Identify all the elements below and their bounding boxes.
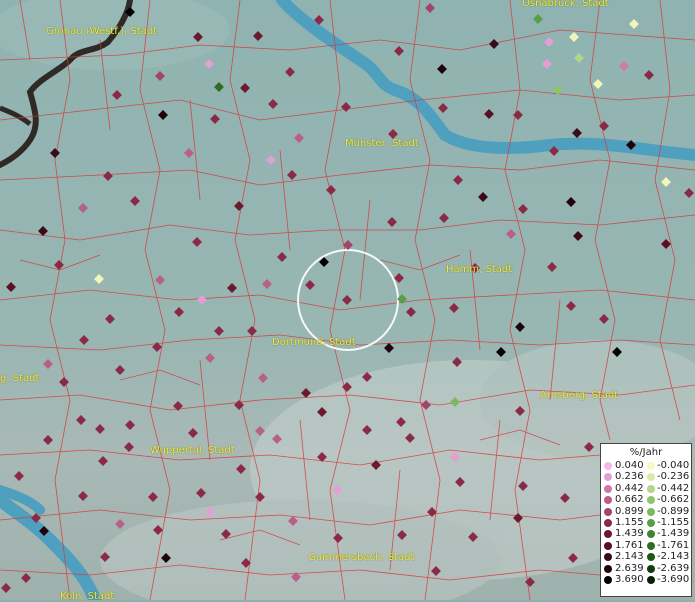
legend-swatch-positive — [604, 507, 612, 516]
legend-value-positive: 0.442 — [615, 482, 644, 494]
city-label: g, Stadt — [0, 373, 39, 384]
legend-swatch-negative — [647, 484, 655, 493]
legend-rows: 0.040 -0.040 0.236 -0.236 0.442 -0.442 0.662 -0… — [601, 460, 691, 585]
legend-value-positive: 0.236 — [615, 471, 644, 483]
city-name: Dortmund, Stadt — [272, 337, 356, 348]
legend-row: 0.899 -0.899 — [601, 506, 691, 517]
legend-swatch-positive — [604, 518, 612, 527]
legend-value-negative: -0.899 — [657, 505, 690, 517]
legend-swatch-positive — [604, 462, 612, 470]
legend-swatch-positive — [604, 473, 612, 482]
city-name: Arnsberg, Stadt — [540, 390, 619, 401]
legend-row: 1.439 -1.439 — [601, 528, 691, 539]
legend-swatch-negative — [647, 553, 655, 562]
city-label: Osnabrück, Stadt — [522, 0, 609, 9]
legend-swatch-negative — [647, 518, 655, 527]
city-label: Hamm, Stadt — [446, 264, 512, 275]
legend-swatch-negative — [647, 530, 655, 539]
legend-value-negative: -0.442 — [657, 482, 690, 494]
legend-value-negative: -1.439 — [657, 528, 690, 540]
legend-swatch-positive — [604, 564, 612, 573]
legend-row: 1.155 -1.155 — [601, 517, 691, 528]
legend-title: %/Jahr — [629, 447, 663, 458]
city-name: Osnabrück, Stadt — [522, 0, 609, 9]
legend-swatch-positive — [604, 484, 612, 493]
legend-row: 0.662 -0.662 — [601, 494, 691, 505]
legend-row: 0.236 -0.236 — [601, 471, 691, 482]
legend-value-negative: -2.143 — [657, 551, 690, 563]
legend-row: 2.143 -2.143 — [601, 551, 691, 562]
legend-value-positive: 1.761 — [615, 539, 644, 551]
city-name: Köln, Stadt — [60, 591, 115, 602]
legend-value-positive: 2.143 — [615, 551, 644, 563]
legend-swatch-positive — [604, 530, 612, 539]
legend-value-negative: -1.761 — [657, 539, 690, 551]
city-name: g, Stadt — [0, 373, 40, 384]
legend-value-positive: 1.155 — [615, 516, 644, 528]
legend-value-negative: -0.236 — [657, 471, 690, 483]
legend-swatch-positive — [604, 496, 612, 505]
city-label: Gronau (Westf.), Stadt — [46, 26, 157, 37]
legend-value-positive: 2.639 — [615, 562, 644, 574]
legend-row: 2.639 -2.639 — [601, 563, 691, 574]
city-label: Köln, Stadt — [60, 591, 114, 602]
legend-row: 3.690 -3.690 — [601, 574, 691, 585]
legend-swatch-negative — [647, 462, 655, 470]
legend-swatch-negative — [647, 473, 655, 482]
city-name: Münster, Stadt — [345, 138, 419, 149]
legend-value-positive: 3.690 — [615, 573, 644, 585]
legend-swatch-positive — [604, 553, 612, 562]
legend-swatch-positive — [604, 541, 612, 550]
city-label: Wuppertal, Stadt — [150, 445, 235, 456]
legend-swatch-negative — [647, 541, 655, 550]
legend-row: 0.040 -0.040 — [601, 460, 691, 471]
legend-value-negative: -0.662 — [657, 494, 690, 506]
city-label: Dortmund, Stadt — [272, 337, 356, 348]
legend-value-positive: 0.662 — [615, 494, 644, 506]
city-label: Münster, Stadt — [345, 138, 419, 149]
legend-value-negative: -1.155 — [657, 516, 690, 528]
city-name: Hamm, Stadt — [446, 264, 513, 275]
legend-swatch-negative — [647, 564, 655, 573]
city-label: Arnsberg, Stadt — [540, 390, 618, 401]
legend-row: 0.442 -0.442 — [601, 483, 691, 494]
legend-swatch-negative — [647, 507, 655, 516]
legend-value-negative: -3.690 — [657, 573, 690, 585]
legend-row: 1.761 -1.761 — [601, 540, 691, 551]
city-name: Gronau (Westf.), Stadt — [46, 26, 158, 37]
city-name: Wuppertal, Stadt — [150, 445, 235, 456]
legend: %/Jahr 0.040 -0.040 0.236 -0.236 0.442 -0.442… — [600, 443, 692, 597]
legend-value-negative: -0.040 — [657, 460, 690, 471]
map-canvas[interactable] — [0, 0, 695, 600]
legend-value-positive: 1.439 — [615, 528, 644, 540]
city-label: Gummersbach, Stadt — [308, 552, 414, 563]
legend-swatch-negative — [647, 575, 655, 584]
legend-swatch-negative — [647, 496, 655, 505]
legend-value-positive: 0.040 — [615, 460, 644, 471]
legend-value-positive: 0.899 — [615, 505, 644, 517]
city-name: Gummersbach, Stadt — [308, 552, 415, 563]
legend-value-negative: -2.639 — [657, 562, 690, 574]
legend-swatch-positive — [604, 575, 612, 584]
